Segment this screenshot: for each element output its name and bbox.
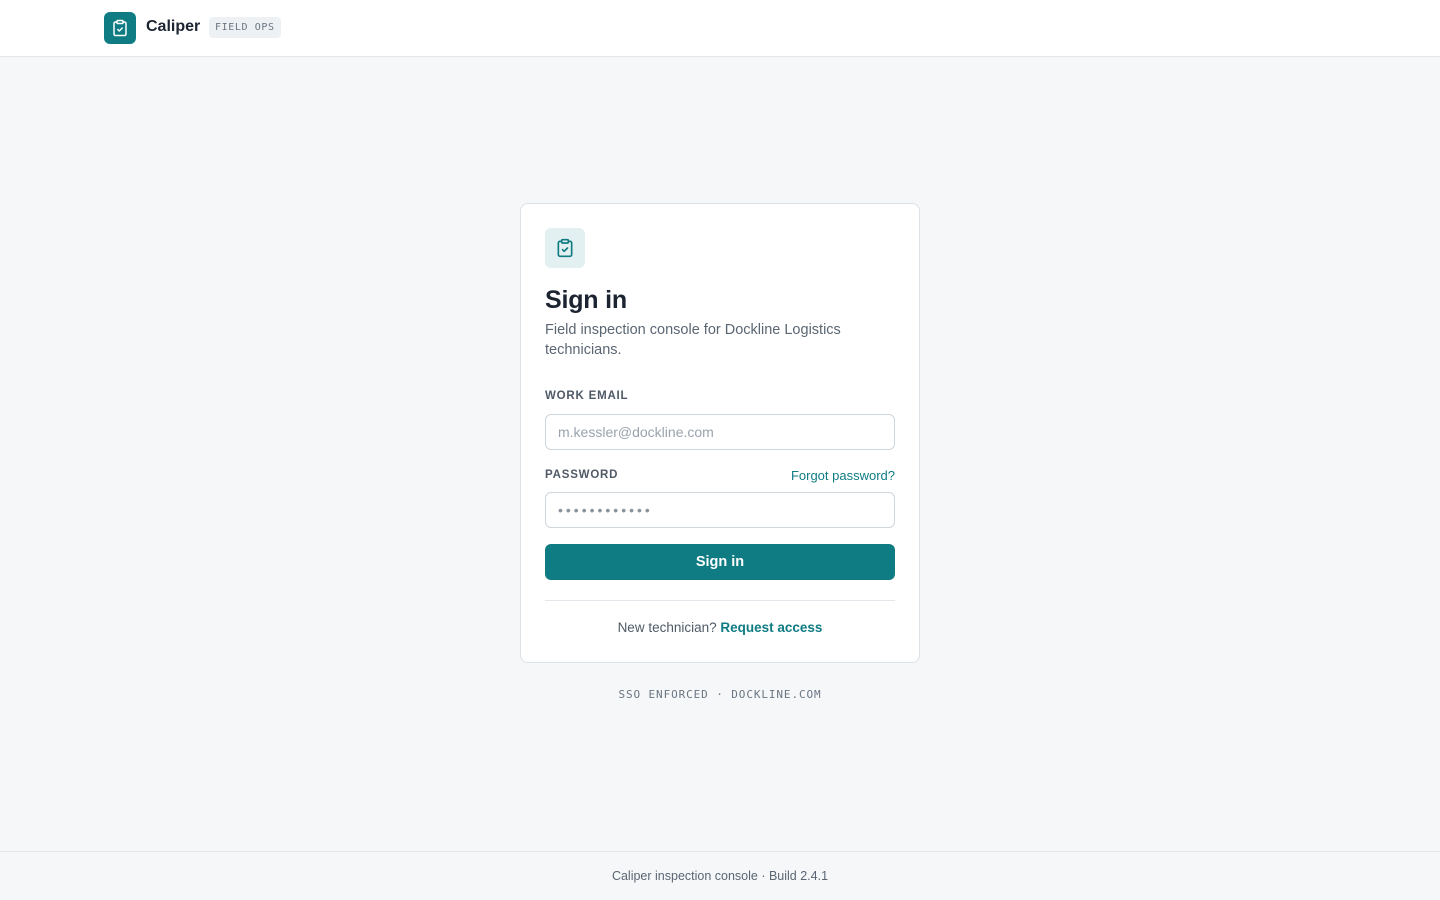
sso-note: SSO ENFORCED · DOCKLINE.COM <box>618 688 822 701</box>
password-label: PASSWORD <box>545 469 619 481</box>
new-technician-prompt: New technician? <box>617 620 721 635</box>
clipboard-check-icon <box>557 238 573 258</box>
divider <box>545 600 895 601</box>
request-access-link[interactable]: Request access <box>720 620 822 635</box>
forgot-password-link[interactable]: Forgot password? <box>791 468 895 484</box>
request-access-line: New technician? Request access <box>521 619 919 637</box>
brand-name: Caliper <box>146 18 201 35</box>
page-title: Sign in <box>545 286 627 314</box>
clipboard-check-icon <box>113 19 127 37</box>
environment-badge: FIELD OPS <box>209 17 281 38</box>
password-field[interactable] <box>545 492 895 528</box>
page-subtitle: Field inspection console for Dockline Lo… <box>545 322 841 358</box>
top-bar: Caliper FIELD OPS <box>0 0 1440 57</box>
footer: Caliper inspection console · Build 2.4.1 <box>0 851 1440 900</box>
card-logo <box>545 228 585 268</box>
footer-text: Caliper inspection console · Build 2.4.1 <box>611 869 829 883</box>
email-label: WORK EMAIL <box>545 390 629 402</box>
brand-logo[interactable] <box>104 12 136 44</box>
sign-in-card: Sign in Field inspection console for Doc… <box>520 203 920 663</box>
email-field[interactable] <box>545 414 895 450</box>
sign-in-button[interactable]: Sign in <box>545 544 895 580</box>
